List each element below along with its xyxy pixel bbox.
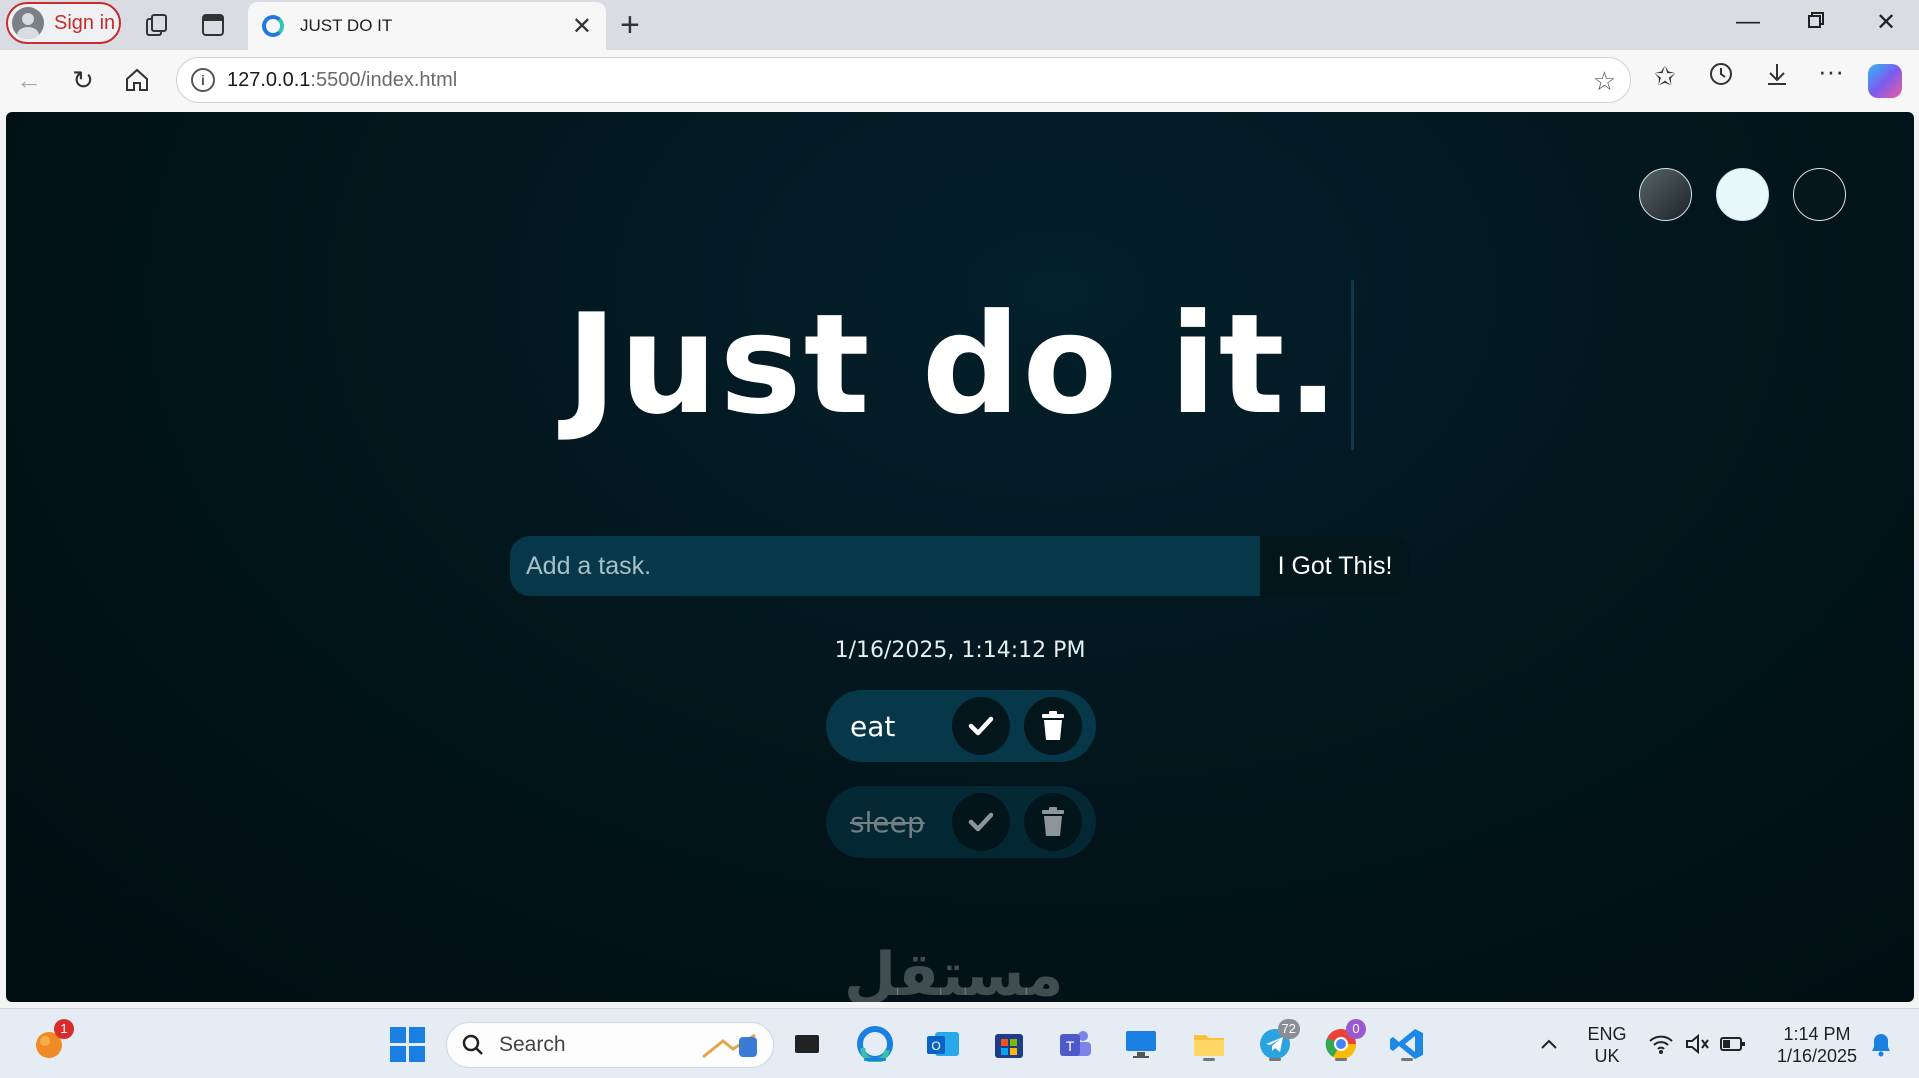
widgets-icon[interactable]: 1 xyxy=(28,1019,74,1065)
check-icon xyxy=(968,812,994,832)
restore-icon[interactable] xyxy=(1796,8,1836,36)
back-icon[interactable]: ← xyxy=(12,63,46,97)
page-title: Just do it. xyxy=(566,280,1355,450)
watermark: مستقل xyxy=(844,940,1064,1002)
show-hidden-icons-icon[interactable] xyxy=(1528,1023,1570,1065)
downloads-icon[interactable] xyxy=(1764,61,1790,94)
chrome-icon[interactable]: 0 xyxy=(1320,1019,1366,1065)
open-indicator xyxy=(1335,1058,1347,1061)
windows-taskbar: 1 Search O T 72 0 ENG UK 1:14 PM 1/16/20… xyxy=(0,1008,1919,1078)
trash-icon xyxy=(1042,711,1064,740)
windows-logo-icon xyxy=(389,1026,425,1062)
add-task-button[interactable]: I Got This! xyxy=(1260,536,1410,596)
delete-task-button[interactable] xyxy=(1024,793,1082,851)
task-view-icon[interactable] xyxy=(786,1023,828,1065)
microsoft-store-icon[interactable] xyxy=(988,1023,1030,1065)
search-icon xyxy=(462,1034,483,1055)
new-tab-icon[interactable]: + xyxy=(620,6,640,45)
current-datetime: 1/16/2025, 1:14:12 PM xyxy=(834,638,1086,663)
url-path: :5500/index.html xyxy=(310,68,458,91)
sign-in-button[interactable]: Sign in xyxy=(6,2,121,44)
file-explorer-icon[interactable] xyxy=(1188,1023,1230,1065)
active-tab[interactable]: JUST DO IT ✕ xyxy=(248,2,606,50)
clock-time: 1:14 PM xyxy=(1783,1024,1851,1044)
url-host: 127.0.0.1 xyxy=(227,68,311,91)
notifications-bell-icon[interactable] xyxy=(1860,1023,1902,1065)
close-window-icon[interactable]: ✕ xyxy=(1866,8,1906,37)
darker-theme-button[interactable] xyxy=(1793,168,1846,221)
favorites-icon[interactable]: ✩ xyxy=(1654,61,1676,92)
site-info-icon[interactable]: i xyxy=(191,68,215,92)
add-task-form: I Got This! xyxy=(510,536,1410,596)
clock-date: 1/16/2025 xyxy=(1776,1046,1858,1066)
standard-theme-button[interactable] xyxy=(1639,168,1692,221)
check-icon xyxy=(968,716,994,736)
history-icon[interactable] xyxy=(1708,61,1734,94)
battery-icon[interactable] xyxy=(1712,1023,1754,1065)
home-icon[interactable] xyxy=(120,63,154,97)
open-indicator xyxy=(1401,1058,1413,1061)
open-indicator xyxy=(1269,1058,1281,1061)
copilot-icon[interactable] xyxy=(1868,64,1902,98)
task-text: eat xyxy=(850,709,896,743)
notification-badge: 1 xyxy=(54,1019,74,1039)
language-region: UK xyxy=(1594,1046,1620,1066)
svg-text:T: T xyxy=(1066,1038,1075,1054)
task-list: eat sleep xyxy=(826,690,1096,882)
search-highlight-icon xyxy=(699,1029,763,1068)
address-bar[interactable]: i 127.0.0.1:5500/index.html ☆ xyxy=(176,57,1631,103)
active-indicator xyxy=(864,1058,886,1061)
heading-container: Just do it. xyxy=(6,280,1914,450)
light-theme-button[interactable] xyxy=(1716,168,1769,221)
task-item-completed: sleep xyxy=(826,786,1096,858)
task-item: eat xyxy=(826,690,1096,762)
teams-icon[interactable]: T xyxy=(1054,1023,1096,1065)
remote-desktop-icon[interactable] xyxy=(1120,1023,1162,1065)
language-code: ENG xyxy=(1587,1024,1627,1044)
vscode-icon[interactable] xyxy=(1386,1023,1428,1065)
vertical-tabs-icon[interactable] xyxy=(198,10,228,40)
more-options-icon[interactable]: ··· xyxy=(1818,56,1844,87)
theme-selector xyxy=(1639,168,1846,221)
open-indicator xyxy=(1203,1058,1215,1061)
complete-task-button[interactable] xyxy=(952,793,1010,851)
browser-toolbar: ← ↻ i 127.0.0.1:5500/index.html ☆ ✩ ··· xyxy=(0,50,1919,112)
language-indicator[interactable]: ENG UK xyxy=(1584,1023,1630,1067)
browser-tab-bar: Sign in JUST DO IT ✕ + — ✕ xyxy=(0,0,1919,50)
task-text: sleep xyxy=(850,805,925,839)
workspaces-icon[interactable] xyxy=(142,10,172,40)
taskbar-search[interactable]: Search xyxy=(446,1022,774,1068)
edge-taskbar-icon[interactable] xyxy=(854,1023,896,1065)
telegram-icon[interactable]: 72 xyxy=(1254,1019,1300,1065)
svg-text:O: O xyxy=(931,1039,940,1053)
complete-task-button[interactable] xyxy=(952,697,1010,755)
search-label: Search xyxy=(499,1033,566,1056)
profile-icon xyxy=(12,7,44,39)
refresh-icon[interactable]: ↻ xyxy=(66,63,100,97)
clock[interactable]: 1:14 PM 1/16/2025 xyxy=(1764,1023,1870,1067)
sign-in-label: Sign in xyxy=(54,11,116,34)
chrome-badge: 0 xyxy=(1346,1019,1366,1039)
trash-icon xyxy=(1042,807,1064,836)
tab-title: JUST DO IT xyxy=(300,16,393,35)
start-button[interactable] xyxy=(386,1023,428,1065)
todo-app-page: Just do it. I Got This! 1/16/2025, 1:14:… xyxy=(6,112,1914,1002)
favorite-star-icon[interactable]: ☆ xyxy=(1593,66,1616,97)
telegram-badge: 72 xyxy=(1277,1019,1300,1039)
delete-task-button[interactable] xyxy=(1024,697,1082,755)
close-tab-icon[interactable]: ✕ xyxy=(572,12,592,41)
edge-favicon-icon xyxy=(262,15,284,37)
outlook-icon[interactable]: O xyxy=(922,1023,964,1065)
task-input[interactable] xyxy=(510,536,1260,596)
minimize-icon[interactable]: — xyxy=(1728,8,1768,36)
